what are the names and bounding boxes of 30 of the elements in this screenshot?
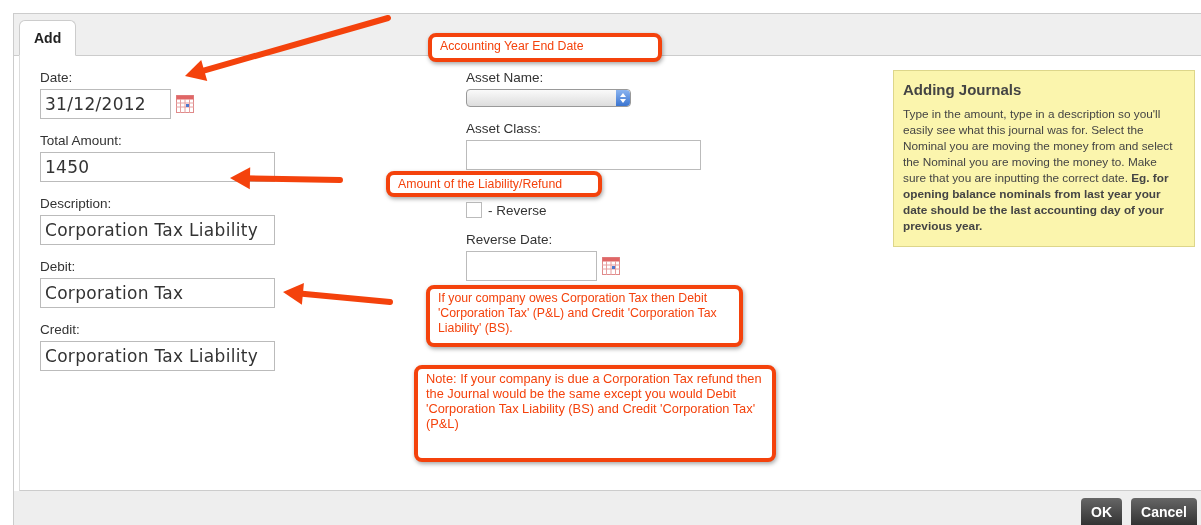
annotation-callout: If your company owes Corporation Tax then Debit 'Corporation Tax' (P&L) and Credit 'Corporation Tax Liability' (BS). xyxy=(426,285,743,347)
reverse-label: - Reverse xyxy=(488,202,547,218)
input-field[interactable]: 1450 xyxy=(40,152,275,182)
ok-button[interactable]: OK xyxy=(1081,498,1123,525)
field-label: Credit: xyxy=(40,322,81,337)
stepper-icon xyxy=(616,90,630,106)
cancel-button[interactable]: Cancel xyxy=(1131,498,1197,525)
help-text: Type in the amount, type in a description so you'll easily see what this journal was for. Select the Nominal you are moving the money from and select the Nominal you are moving the money to. Make sure that you are inputting the correct date. Eg. for opening balance nominals from last year your date should be the last accounting day of your previous year. xyxy=(903,106,1174,234)
input-field[interactable]: 31/12/2012 xyxy=(40,89,171,119)
calendar-icon[interactable] xyxy=(602,257,620,275)
asset-name-dropdown[interactable] xyxy=(466,89,631,107)
field-label: Date: xyxy=(40,70,74,85)
annotation-callout: Amount of the Liability/Refund xyxy=(386,171,602,197)
input-field[interactable]: Corporation Tax Liability xyxy=(40,341,275,371)
field-label: Description: xyxy=(40,196,113,211)
input-field[interactable] xyxy=(466,140,701,170)
input-field[interactable]: Corporation Tax Liability xyxy=(40,215,275,245)
field-label: Total Amount: xyxy=(40,133,123,148)
field-label: Reverse Date: xyxy=(466,232,554,247)
input-field[interactable] xyxy=(466,251,597,281)
help-title: Adding Journals xyxy=(903,81,1023,98)
annotation-callout: Accounting Year End Date xyxy=(428,33,662,62)
annotation-callout: Note: If your company is due a Corporation Tax refund then the Journal would be the same except you would Debit 'Corporation Tax Liability (BS) and Credit 'Corporation Tax' (P&L) xyxy=(414,365,776,462)
field-label: Asset Class: xyxy=(466,121,543,136)
add-tab[interactable]: Add xyxy=(19,20,77,56)
reverse-checkbox[interactable] xyxy=(466,202,482,218)
field-label: Debit: xyxy=(40,259,77,274)
calendar-icon[interactable] xyxy=(176,95,194,113)
input-field[interactable]: Corporation Tax xyxy=(40,278,275,308)
field-label: Asset Name: xyxy=(466,70,545,85)
